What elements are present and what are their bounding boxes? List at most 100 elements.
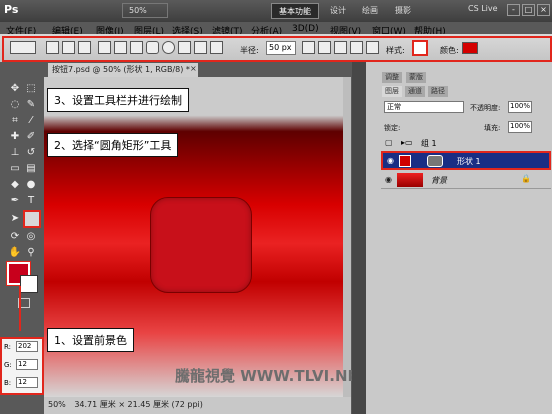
eyedropper-icon[interactable]: ⁄ <box>24 114 38 128</box>
brush-tool-icon[interactable]: ✐ <box>24 130 38 144</box>
eraser-tool-icon[interactable]: ▭ <box>8 162 22 176</box>
callout-step2: 2、选择“圆角矩形”工具 <box>47 133 179 157</box>
subtract-shape-icon[interactable] <box>334 41 347 54</box>
callout-arrow <box>19 286 21 331</box>
photoshop-logo: Ps <box>4 3 19 16</box>
tab-close-icon[interactable]: × <box>190 64 197 73</box>
layer-name: 背景 <box>431 176 447 185</box>
style-picker[interactable] <box>412 40 428 56</box>
tool-preset-picker[interactable] <box>10 41 36 54</box>
3d-orbit-icon[interactable]: ◎ <box>24 230 38 244</box>
link-icon[interactable] <box>366 41 379 54</box>
custom-shape-icon[interactable] <box>210 41 223 54</box>
pen-tool-icon[interactable]: ✒ <box>8 194 22 208</box>
type-tool-icon[interactable]: T <box>24 194 38 208</box>
b-label: B: <box>4 379 12 387</box>
zoom-select[interactable]: 50% <box>122 3 168 18</box>
radius-label: 半径: <box>240 46 259 55</box>
vertical-scrollbar[interactable] <box>343 77 351 397</box>
eye-icon[interactable]: ◉ <box>387 156 394 165</box>
polygon-icon[interactable] <box>178 41 191 54</box>
marquee-tool-icon[interactable]: ⬚ <box>24 82 38 96</box>
radius-input[interactable]: 50 px <box>266 41 296 55</box>
r-input[interactable]: 202 <box>16 341 38 352</box>
3d-rotate-icon[interactable]: ⟳ <box>8 230 22 244</box>
rounded-rectangle-tool-icon[interactable] <box>23 210 41 228</box>
layer-name: 形状 1 <box>457 157 481 166</box>
document-tab[interactable]: 按钮7.psd @ 50% (形状 1, RGB/8) * <box>48 63 198 77</box>
status-bar: 50% 34.71 厘米 × 21.45 厘米 (72 ppi) <box>44 397 351 414</box>
r-label: R: <box>4 343 12 351</box>
rounded-rectangle-icon[interactable] <box>146 41 159 54</box>
fill-input[interactable]: 100% <box>508 121 532 133</box>
zoom-tool-icon[interactable]: ⚲ <box>24 246 38 260</box>
paths-icon[interactable] <box>62 41 75 54</box>
tab-adjustments[interactable]: 调整 <box>382 72 402 83</box>
status-zoom[interactable]: 50% <box>48 400 66 409</box>
callout-step1: 1、设置前景色 <box>47 328 134 352</box>
g-input[interactable]: 12 <box>16 359 38 370</box>
line-icon[interactable] <box>194 41 207 54</box>
quick-select-icon[interactable]: ✎ <box>24 98 38 112</box>
layer-background-row[interactable]: ◉ 背景 🔒 <box>381 171 551 189</box>
add-to-shape-icon[interactable] <box>318 41 331 54</box>
workspace-painting[interactable]: 绘画 <box>362 5 378 16</box>
color-label: 颜色: <box>440 46 459 55</box>
lock-label: 锁定: <box>384 124 401 132</box>
pen-icon[interactable] <box>98 41 111 54</box>
cs-live-button[interactable]: CS Live <box>468 4 498 13</box>
lasso-tool-icon[interactable]: ◌ <box>8 98 22 112</box>
layer-shape-row[interactable]: ◉ 形状 1 <box>381 151 551 170</box>
watermark: 騰龍視覺 WWW.TLVI.NET <box>175 367 368 385</box>
tab-layers[interactable]: 图层 <box>382 86 402 97</box>
freeform-pen-icon[interactable] <box>114 41 127 54</box>
layers-panel <box>366 62 552 414</box>
menu-3d[interactable]: 3D(D) <box>292 24 319 34</box>
stamp-tool-icon[interactable]: ⊥ <box>8 146 22 160</box>
status-doc-size: 34.71 厘米 × 21.45 厘米 (72 ppi) <box>74 400 203 409</box>
style-label: 样式: <box>386 46 405 55</box>
b-input[interactable]: 12 <box>16 377 38 388</box>
opacity-input[interactable]: 100% <box>508 101 532 113</box>
layer-group-row[interactable]: ▢ ▸▭ 组 1 <box>381 134 551 152</box>
history-brush-icon[interactable]: ↺ <box>24 146 38 160</box>
close-button[interactable]: × <box>537 4 550 16</box>
blur-tool-icon[interactable]: ◆ <box>8 178 22 192</box>
hand-tool-icon[interactable]: ✋ <box>8 246 22 260</box>
visibility-box[interactable]: ▢ <box>385 138 394 147</box>
tab-channels[interactable]: 通道 <box>405 86 425 97</box>
tab-masks[interactable]: 蒙版 <box>406 72 426 83</box>
healing-brush-icon[interactable]: ✚ <box>8 130 22 144</box>
panel-dock-strip <box>352 62 366 414</box>
minimize-button[interactable]: - <box>507 4 520 16</box>
eye-icon[interactable]: ◉ <box>385 175 394 184</box>
folder-icon: ▸▭ <box>401 138 413 147</box>
layer-name: 组 1 <box>421 139 437 148</box>
tab-paths[interactable]: 路径 <box>428 86 448 97</box>
layer-thumb <box>397 173 423 187</box>
workspace-essentials-button[interactable]: 基本功能 <box>271 3 319 19</box>
workspace-photography[interactable]: 摄影 <box>395 5 411 16</box>
workspace-design[interactable]: 设计 <box>330 5 346 16</box>
gradient-tool-icon[interactable]: ▤ <box>24 162 38 176</box>
fill-pixels-icon[interactable] <box>78 41 91 54</box>
lock-icon: 🔒 <box>521 174 531 183</box>
crop-tool-icon[interactable]: ⌗ <box>8 114 22 128</box>
ellipse-icon[interactable] <box>162 41 175 54</box>
shape-color-thumb <box>399 155 411 167</box>
dodge-tool-icon[interactable]: ● <box>24 178 38 192</box>
move-tool-icon[interactable]: ✥ <box>8 82 22 96</box>
intersect-shape-icon[interactable] <box>350 41 363 54</box>
color-swatch[interactable] <box>462 42 478 54</box>
vector-mask-thumb <box>427 155 443 167</box>
background-color[interactable] <box>20 275 38 293</box>
opacity-label: 不透明度: <box>470 104 501 112</box>
rounded-rectangle-shape[interactable] <box>150 197 252 293</box>
path-select-icon[interactable]: ➤ <box>8 212 22 226</box>
rectangle-icon[interactable] <box>130 41 143 54</box>
g-label: G: <box>4 361 12 369</box>
new-shape-layer-icon[interactable] <box>302 41 315 54</box>
shape-layers-icon[interactable] <box>46 41 59 54</box>
maximize-button[interactable]: □ <box>522 4 535 16</box>
blend-mode-select[interactable]: 正常 <box>384 101 464 113</box>
